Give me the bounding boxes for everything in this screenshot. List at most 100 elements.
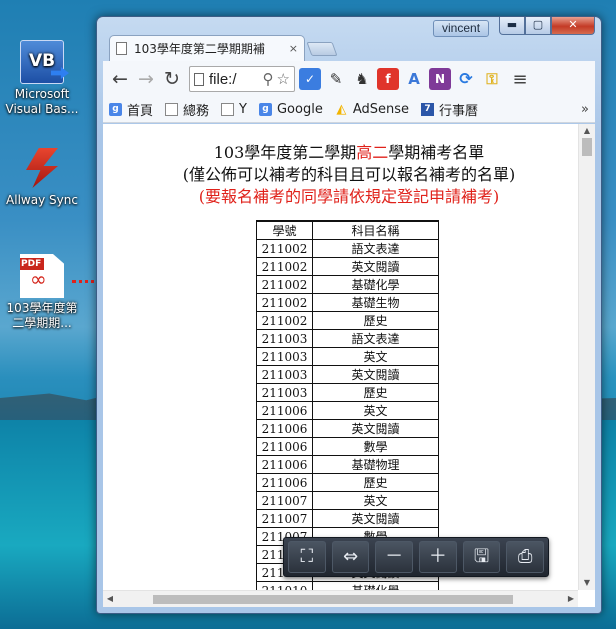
table-row: 211006 英文: [256, 401, 439, 420]
column-header-student-id: 學號: [256, 220, 313, 240]
table-row: 211006 數學: [256, 437, 439, 456]
scroll-right-arrow[interactable]: ▶: [564, 591, 578, 607]
fit-page-icon[interactable]: ⛶: [288, 541, 326, 573]
tab-title: 103學年度第二學期期補: [134, 42, 265, 56]
flipboard-extension-icon[interactable]: f: [377, 68, 399, 90]
student-id-cell: 211006: [256, 401, 313, 420]
print-icon[interactable]: ⎙: [506, 541, 545, 573]
allway-sync-icon: [20, 146, 64, 190]
subject-cell: 數學: [312, 437, 439, 456]
pdf-viewer[interactable]: 103學年度第二學期高二學期補考名單 (僅公佈可以補考的科目且可以報名補考的名單…: [103, 124, 595, 607]
browser-window[interactable]: vincent ▬ ▢ ✕ 103學年度第二學期期補 × ← → ↻ file:…: [96, 16, 602, 614]
reload-button[interactable]: ↻: [159, 66, 185, 92]
student-id-cell: 211003: [256, 365, 313, 384]
student-id-cell: 211002: [256, 239, 313, 258]
close-window-button[interactable]: ✕: [551, 17, 595, 35]
desktop-icon-allway-sync[interactable]: Allway Sync: [4, 146, 80, 208]
subject-cell: 基礎化學: [312, 275, 439, 294]
maximize-button[interactable]: ▢: [525, 17, 551, 35]
document-header: 103學年度第二學期高二學期補考名單 (僅公佈可以補考的科目且可以報名補考的名單…: [103, 124, 595, 208]
table-row: 211003 英文閱讀: [256, 365, 439, 384]
browser-toolbar: ← → ↻ file:/ ⚲ ☆ ✓ ✎ ♞ f A N ⟳ ⚿ ≡: [103, 61, 595, 97]
desktop-icon-label: Allway Sync: [6, 193, 78, 207]
desktop-icon-label: 103學年度第二學期期...: [6, 301, 78, 330]
student-id-cell: 211003: [256, 329, 313, 348]
student-id-cell: 211002: [256, 293, 313, 312]
student-id-cell: 211006: [256, 419, 313, 438]
fit-width-icon[interactable]: ⇔: [331, 541, 370, 573]
window-controls: ▬ ▢ ✕: [499, 17, 595, 35]
acrobat-swirl-icon: ∞: [30, 267, 47, 291]
translate-extension-icon[interactable]: A: [403, 68, 425, 90]
table-header-row: 學號 科目名稱: [256, 220, 439, 240]
student-id-cell: 211002: [256, 311, 313, 330]
scroll-left-arrow[interactable]: ◀: [103, 591, 117, 607]
subject-cell: 歷史: [312, 311, 439, 330]
bookmark-general-affairs[interactable]: 總務: [165, 100, 209, 119]
document-subtitle: (僅公佈可以補考的科目且可以報名補考的名單): [182, 165, 516, 184]
document-notice: (要報名補考的同學請依規定登記申請補考): [198, 187, 500, 206]
bookmark-label: AdSense: [352, 102, 410, 117]
subject-cell: 基礎物理: [312, 455, 439, 474]
pdf-file-icon: PDF ∞: [20, 254, 64, 298]
evernote-extension-icon[interactable]: ♞: [351, 68, 373, 90]
browser-tab[interactable]: 103學年度第二學期期補 ×: [109, 35, 305, 61]
key-extension-icon[interactable]: ⚿: [481, 68, 503, 90]
desktop-icon-pdf[interactable]: PDF ∞ 103學年度第二學期期...: [4, 254, 80, 331]
horizontal-scrollbar[interactable]: ◀ ▶: [103, 590, 578, 607]
new-tab-button[interactable]: [306, 42, 338, 56]
table-row: 211002 基礎化學: [256, 275, 439, 294]
bookmarks-bar: g 首頁 總務 Y g Google ◭ AdSense 7 行事曆 »: [103, 97, 595, 123]
url-text[interactable]: file:/: [209, 71, 260, 88]
student-id-cell: 211007: [256, 491, 313, 510]
student-id-cell: 211007: [256, 509, 313, 528]
page-icon: [194, 72, 204, 86]
back-button[interactable]: ←: [107, 66, 133, 92]
sync-extension-icon[interactable]: ⟳: [455, 68, 477, 90]
bookmark-home[interactable]: g 首頁: [109, 100, 153, 119]
scroll-up-arrow[interactable]: ▲: [579, 124, 595, 138]
zoom-out-icon[interactable]: －: [375, 541, 414, 573]
subject-cell: 英文閱讀: [312, 419, 439, 438]
bookmark-y[interactable]: Y: [221, 102, 247, 117]
subject-cell: 英文閱讀: [312, 509, 439, 528]
student-id-cell: 211006: [256, 437, 313, 456]
zoom-in-icon[interactable]: ＋: [419, 541, 457, 573]
save-icon[interactable]: 🖫: [462, 541, 501, 573]
subject-cell: 英文閱讀: [312, 257, 439, 276]
forward-button[interactable]: →: [133, 66, 159, 92]
scroll-down-arrow[interactable]: ▼: [579, 576, 595, 590]
horizontal-scroll-thumb[interactable]: [153, 595, 513, 604]
visual-basic-icon: VB: [20, 40, 64, 84]
page-icon: [221, 103, 235, 116]
bookmark-calendar[interactable]: 7 行事曆: [421, 100, 478, 119]
google-icon: g: [258, 103, 272, 116]
subject-cell: 英文: [312, 347, 439, 366]
vertical-scroll-thumb[interactable]: [582, 138, 592, 156]
search-icon[interactable]: ⚲: [263, 70, 274, 88]
more-bookmarks-icon[interactable]: »: [581, 102, 589, 117]
menu-icon[interactable]: ≡: [509, 69, 531, 90]
bookmark-google[interactable]: g Google: [258, 102, 323, 117]
vertical-scrollbar[interactable]: ▲ ▼: [578, 124, 595, 590]
subject-cell: 歷史: [312, 473, 439, 492]
table-row: 211002 基礎生物: [256, 293, 439, 312]
table-row: 211007 英文: [256, 491, 439, 510]
onenote-extension-icon[interactable]: N: [429, 68, 451, 90]
google-icon: g: [109, 103, 122, 116]
student-id-cell: 211003: [256, 383, 313, 402]
adsense-icon: ◭: [336, 102, 347, 117]
checkmark-extension-icon[interactable]: ✓: [299, 68, 321, 90]
bookmark-star-icon[interactable]: ☆: [277, 70, 290, 88]
minimize-button[interactable]: ▬: [499, 17, 525, 35]
profile-badge[interactable]: vincent: [433, 20, 490, 37]
desktop-icon-visual-basic[interactable]: VB Microsoft Visual Bas...: [4, 40, 80, 117]
table-row: 211003 英文: [256, 347, 439, 366]
bookmark-label: 行事曆: [439, 104, 479, 119]
feather-extension-icon[interactable]: ✎: [325, 68, 347, 90]
bookmark-adsense[interactable]: ◭ AdSense: [335, 102, 409, 117]
address-bar[interactable]: file:/ ⚲ ☆: [189, 66, 295, 92]
calendar-icon: 7: [421, 103, 435, 116]
tab-close-icon[interactable]: ×: [289, 42, 298, 55]
column-header-subject: 科目名稱: [312, 220, 439, 240]
